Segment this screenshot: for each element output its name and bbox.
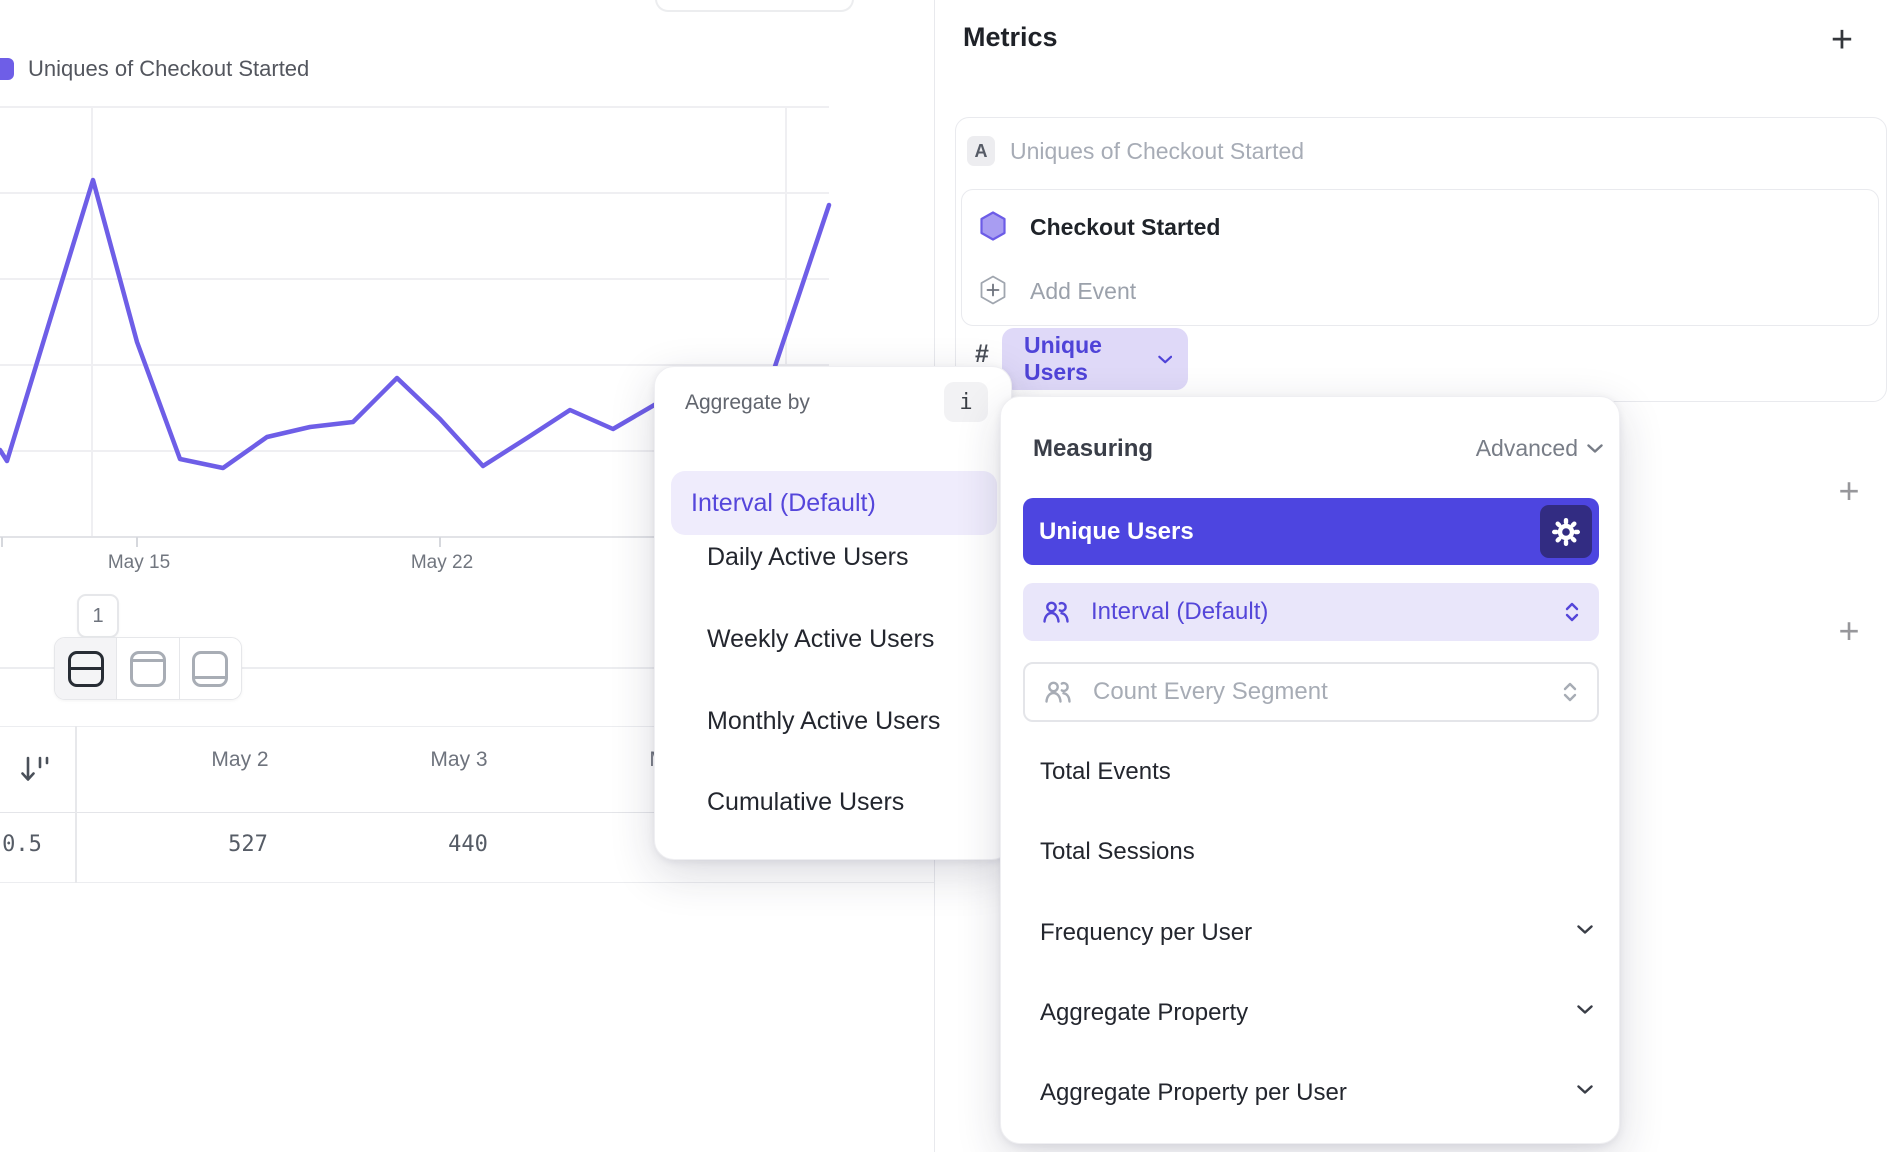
metric-letter-badge: A — [967, 136, 995, 166]
menu-item-monthly-active-users[interactable]: Monthly Active Users — [707, 696, 940, 746]
table-header-cell[interactable]: May 2 — [160, 748, 320, 772]
option-aggregate-property-per-user[interactable]: Aggregate Property per User — [1040, 1068, 1347, 1118]
chevron-down-icon — [1158, 355, 1172, 364]
table-cell: 440 — [388, 832, 548, 857]
event-hexagon-icon — [980, 211, 1006, 241]
add-row-button[interactable]: + — [1829, 611, 1869, 651]
option-aggregate-property[interactable]: Aggregate Property — [1040, 988, 1248, 1038]
option-interval-default[interactable]: Interval (Default) — [1023, 583, 1599, 641]
split-top-icon — [130, 651, 166, 687]
info-button[interactable]: i — [944, 382, 988, 422]
menu-item-weekly-active-users[interactable]: Weekly Active Users — [707, 614, 934, 664]
measure-type-icon: # — [975, 340, 989, 369]
pagination-badge[interactable]: 1 — [77, 594, 119, 638]
menu-item-interval-default-selected[interactable]: Interval (Default) — [671, 471, 997, 535]
layout-header-top-button[interactable] — [116, 638, 178, 699]
option-label: Unique Users — [1039, 518, 1194, 546]
layout-split-rows-button[interactable] — [55, 638, 116, 699]
add-row-button[interactable]: + — [1829, 471, 1869, 511]
advanced-label: Advanced — [1476, 435, 1578, 462]
menu-item-daily-active-users[interactable]: Daily Active Users — [707, 532, 908, 582]
measuring-popover: Measuring Advanced Unique Users — [1000, 396, 1620, 1144]
aggregate-by-title: Aggregate by — [685, 391, 810, 415]
option-total-events[interactable]: Total Events — [1040, 747, 1171, 797]
measurement-chip[interactable]: Unique Users — [1002, 328, 1188, 390]
option-unique-users-selected[interactable]: Unique Users — [1023, 498, 1599, 565]
option-total-sessions[interactable]: Total Sessions — [1040, 827, 1195, 877]
event-card — [961, 189, 1879, 326]
table-row-border — [0, 882, 934, 883]
add-metric-button[interactable]: + — [1822, 20, 1862, 60]
table-header-cell[interactable]: May 3 — [379, 748, 539, 772]
measuring-title: Measuring — [1033, 435, 1153, 463]
users-icon — [1043, 601, 1069, 623]
chevron-down-icon — [1577, 1005, 1593, 1014]
unfold-icon — [1565, 602, 1579, 622]
option-label: Count Every Segment — [1093, 678, 1328, 706]
advanced-mode-toggle[interactable]: Advanced — [1476, 435, 1603, 462]
sort-descending-icon — [19, 753, 53, 787]
settings-button[interactable] — [1540, 505, 1592, 558]
table-column-border — [75, 726, 77, 883]
x-tick-label: May 15 — [108, 552, 170, 574]
table-cell: 527 — [168, 832, 328, 857]
chevron-down-icon — [1577, 1085, 1593, 1094]
aggregate-by-popover: Aggregate by i Interval (Default) Daily … — [654, 366, 1012, 860]
chevron-down-icon — [1587, 444, 1603, 453]
table-cell: 0.5 — [0, 832, 102, 857]
toolbar-partial-button[interactable] — [655, 0, 854, 12]
option-count-every-segment[interactable]: Count Every Segment — [1023, 662, 1599, 722]
table-sort-header[interactable] — [10, 744, 62, 796]
unfold-icon — [1563, 682, 1577, 702]
layout-footer-bottom-button[interactable] — [179, 638, 241, 699]
option-label: Interval (Default) — [1091, 598, 1268, 626]
chevron-down-icon — [1577, 925, 1593, 934]
layout-toggle-group — [54, 637, 242, 700]
metrics-panel-title: Metrics — [963, 22, 1058, 53]
add-event-hexagon-icon — [980, 275, 1006, 305]
metric-name-field[interactable]: Uniques of Checkout Started — [1010, 138, 1304, 165]
x-tick-label: May 22 — [411, 552, 473, 574]
measurement-chip-label: Unique Users — [1024, 332, 1158, 386]
split-rows-icon — [68, 651, 104, 687]
option-frequency-per-user[interactable]: Frequency per User — [1040, 908, 1252, 958]
split-bottom-icon — [192, 651, 228, 687]
add-event-button[interactable]: Add Event — [1030, 278, 1136, 305]
gear-icon — [1551, 517, 1581, 547]
users-icon — [1045, 681, 1071, 703]
menu-item-cumulative-users[interactable]: Cumulative Users — [707, 777, 904, 827]
event-row[interactable]: Checkout Started — [1030, 214, 1220, 241]
